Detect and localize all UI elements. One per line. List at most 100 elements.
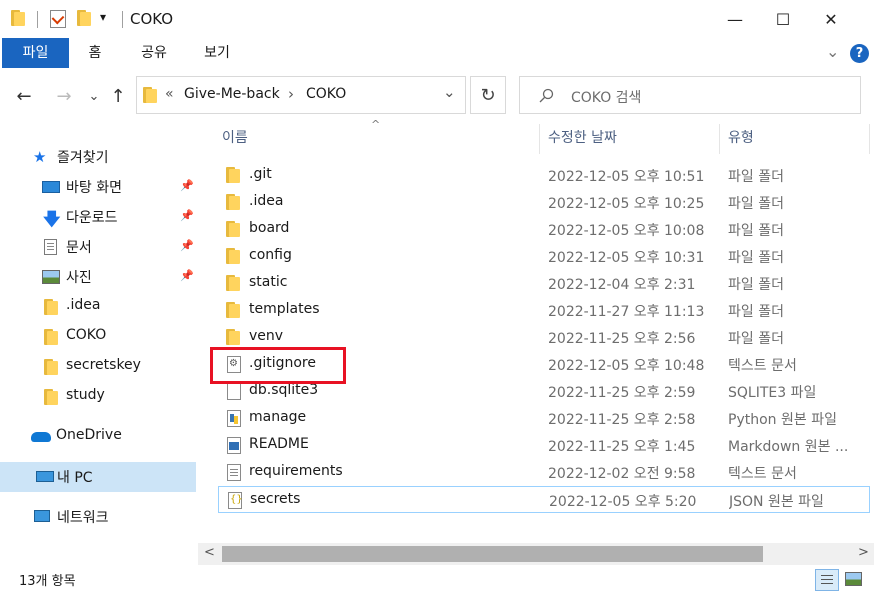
file-type: 파일 폴더 [728,196,784,212]
folder-icon [226,329,240,345]
tab-share[interactable]: 공유 [133,38,175,68]
search-input[interactable]: COKO 검색 [519,76,861,114]
file-date: 2022-11-25 오후 2:58 [548,412,696,428]
customize-toolbar-icon[interactable]: ▾ [100,10,106,24]
new-folder-icon[interactable] [77,10,91,26]
file-name: requirements [249,463,343,479]
sidebar-item-secretskey[interactable]: secretskey [0,352,196,382]
table-row[interactable]: manage 2022-11-25 오후 2:58 Python 원본 파일 [218,405,870,432]
sidebar-item-downloads[interactable]: 🡇 다운로드 📌 [0,202,196,232]
divider [37,11,38,28]
table-row[interactable]: config 2022-12-05 오후 10:31 파일 폴더 [218,243,870,270]
breadcrumb-give-me-back[interactable]: Give-Me-back [184,86,280,102]
sidebar-item-label: .idea [66,297,101,313]
breadcrumb-chevron[interactable]: › [288,85,294,103]
help-icon[interactable]: ? [850,44,869,63]
scroll-right-button[interactable]: > [858,545,869,560]
table-row[interactable]: .idea 2022-12-05 오후 10:25 파일 폴더 [218,189,870,216]
table-row[interactable]: .git 2022-12-05 오후 10:51 파일 폴더 [218,162,870,189]
column-header-name[interactable]: 이름 [214,124,540,154]
computer-icon [36,471,54,482]
sidebar-item-desktop[interactable]: 바탕 화면 📌 [0,172,196,202]
scrollbar-thumb[interactable] [222,546,763,562]
sidebar-item-network[interactable]: 네트워크 [0,502,196,532]
horizontal-scrollbar[interactable]: < > [198,543,874,565]
star-icon: ★ [33,148,47,166]
recent-locations-button[interactable]: ⌄ [82,84,106,108]
json-file-icon: {} [228,492,243,509]
sidebar-item-quick-access[interactable]: ★ 즐겨찾기 [0,142,196,172]
sidebar-item-documents[interactable]: 문서 📌 [0,232,196,262]
sidebar-item-this-pc[interactable]: 내 PC [0,462,196,492]
sidebar-item-label: OneDrive [56,427,122,443]
scroll-left-button[interactable]: < [204,545,215,560]
sidebar-item-coko[interactable]: COKO [0,322,196,352]
sidebar-item-study[interactable]: study [0,382,196,412]
column-header-date[interactable]: 수정한 날짜 [540,124,720,154]
file-type: 텍스트 문서 [728,466,797,482]
blank-file-icon [227,383,241,400]
refresh-button[interactable]: ↻ [470,76,506,114]
sidebar-item-label: 네트워크 [57,510,109,526]
table-row[interactable]: README 2022-11-25 오후 1:45 Markdown 원본 ... [218,432,870,459]
file-date: 2022-11-27 오후 11:13 [548,304,705,320]
close-button[interactable]: ✕ [808,0,854,38]
file-date: 2022-11-25 오후 2:59 [548,385,696,401]
sidebar-item-pictures[interactable]: 사진 📌 [0,262,196,292]
tab-home[interactable]: 홈 [78,38,112,68]
file-name: venv [249,328,284,344]
file-date: 2022-12-05 오후 10:08 [548,223,705,239]
title-bar: ▾ COKO — ☐ ✕ [0,0,874,38]
file-date: 2022-12-05 오후 10:51 [548,169,705,185]
tab-view[interactable]: 보기 [196,38,238,68]
item-count: 13개 항목 [19,574,76,589]
folder-icon [226,275,240,291]
python-file-icon [227,410,241,427]
column-header-type[interactable]: 유형 [720,124,870,154]
folder-icon [44,329,58,345]
folder-icon [11,10,25,26]
folder-icon [44,389,58,405]
divider [122,11,123,28]
sidebar-item-onedrive[interactable]: OneDrive [0,422,196,452]
pin-icon: 📌 [180,209,194,222]
address-bar[interactable]: « Give-Me-back › COKO ⌄ [136,76,466,114]
table-row[interactable]: static 2022-12-04 오후 2:31 파일 폴더 [218,270,870,297]
sidebar-item-label: COKO [66,327,107,343]
details-view-button[interactable] [815,569,839,591]
folder-icon [226,302,240,318]
picture-icon [42,270,60,284]
properties-icon[interactable] [50,10,66,28]
large-icons-view-button[interactable] [845,572,862,586]
markdown-file-icon [227,437,241,454]
address-dropdown-icon[interactable]: ⌄ [443,83,456,101]
sidebar-item-label: 문서 [66,240,92,256]
breadcrumb-overflow[interactable]: « [165,86,174,102]
table-row[interactable]: board 2022-12-05 오후 10:08 파일 폴더 [218,216,870,243]
pin-icon: 📌 [180,269,194,282]
table-row[interactable]: requirements 2022-12-02 오전 9:58 텍스트 문서 [218,459,870,486]
up-button[interactable]: ↑ [106,84,130,108]
file-type: 파일 폴더 [728,250,784,266]
file-type: Markdown 원본 ... [728,439,849,455]
sidebar-item-label: 즐겨찾기 [57,150,109,166]
file-type: 텍스트 문서 [728,358,797,374]
maximize-button[interactable]: ☐ [760,0,806,38]
search-icon [539,88,554,103]
minimize-button[interactable]: — [712,0,758,38]
folder-icon [44,359,58,375]
forward-button[interactable]: → [52,84,76,108]
folder-icon [44,299,58,315]
navigation-bar: ← → ⌄ ↑ « Give-Me-back › COKO ⌄ ↻ COKO 검… [0,68,874,124]
expand-ribbon-icon[interactable]: ⌄ [826,42,839,61]
tab-file[interactable]: 파일 [2,38,69,68]
table-row[interactable]: {} secrets 2022-12-05 오후 5:20 JSON 원본 파일 [218,486,870,513]
search-placeholder: COKO 검색 [571,90,642,106]
sidebar-item-label: 내 PC [57,470,93,486]
sidebar-item-idea[interactable]: .idea [0,292,196,322]
table-row[interactable]: templates 2022-11-27 오후 11:13 파일 폴더 [218,297,870,324]
back-button[interactable]: ← [12,84,36,108]
file-name: README [249,436,309,452]
breadcrumb-coko[interactable]: COKO [306,86,346,102]
folder-icon [226,248,240,264]
